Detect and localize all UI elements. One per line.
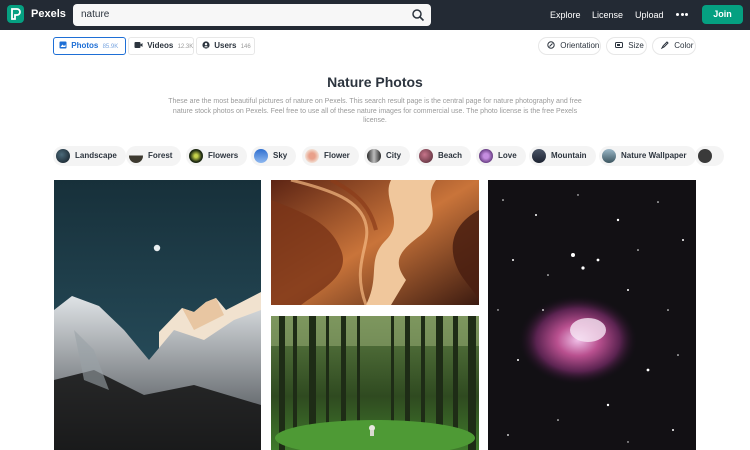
photo-forest[interactable] bbox=[271, 316, 479, 450]
canyon-image bbox=[271, 180, 479, 305]
chip-city[interactable]: City bbox=[364, 146, 411, 166]
pexels-logo-icon[interactable] bbox=[7, 5, 24, 23]
size-filter[interactable]: Size bbox=[606, 37, 647, 55]
tab-photos[interactable]: Photos 85.9K bbox=[53, 37, 126, 55]
search-input[interactable]: nature bbox=[73, 4, 431, 26]
image-icon bbox=[59, 41, 67, 49]
filter-label: Color bbox=[674, 41, 694, 50]
forest-thumbnail bbox=[129, 149, 143, 163]
top-navbar: Pexels nature Explore License Upload Joi… bbox=[0, 0, 750, 30]
chip-label: Landscape bbox=[75, 151, 117, 160]
nature-wallpaper-thumbnail bbox=[602, 149, 616, 163]
tab-count: 146 bbox=[240, 44, 251, 50]
more-icon[interactable] bbox=[676, 13, 688, 17]
join-button[interactable]: Join bbox=[702, 5, 743, 24]
color-filter[interactable]: Color bbox=[652, 37, 696, 55]
chip-label: Mountain bbox=[551, 151, 587, 160]
chip-nature-wallpaper[interactable]: Nature Wallpaper bbox=[599, 146, 696, 166]
chip-label: Flowers bbox=[208, 151, 239, 160]
landscape-thumbnail bbox=[56, 149, 70, 163]
chip-love[interactable]: Love bbox=[476, 146, 526, 166]
chip-mountain[interactable]: Mountain bbox=[529, 146, 596, 166]
orientation-filter[interactable]: Orientation bbox=[538, 37, 601, 55]
forest-image bbox=[271, 316, 479, 450]
chip-label: Flower bbox=[324, 151, 350, 160]
chip-forest[interactable]: Forest bbox=[126, 146, 182, 166]
size-icon bbox=[615, 42, 623, 48]
chip-beach[interactable]: Beach bbox=[416, 146, 472, 166]
sky-thumbnail bbox=[254, 149, 268, 163]
filter-label: Size bbox=[628, 41, 644, 50]
video-icon bbox=[134, 42, 143, 48]
chip-flowers[interactable]: Flowers bbox=[186, 146, 248, 166]
chip-sky[interactable]: Sky bbox=[251, 146, 297, 166]
love-thumbnail bbox=[479, 149, 493, 163]
chip-label: City bbox=[386, 151, 402, 160]
chip-label: Forest bbox=[148, 151, 173, 160]
tab-label: Videos bbox=[147, 41, 174, 50]
related-searches: Landscape Forest Flowers Sky Flower City… bbox=[53, 146, 750, 166]
photo-canyon[interactable] bbox=[271, 180, 479, 305]
tab-label: Users bbox=[214, 41, 237, 50]
chip-label: Beach bbox=[438, 151, 463, 160]
orientation-icon bbox=[547, 41, 555, 49]
page-description: These are the most beautiful pictures of… bbox=[168, 98, 582, 124]
beach-thumbnail bbox=[419, 149, 433, 163]
tab-count: 12.3K bbox=[177, 44, 194, 50]
mountain-image bbox=[54, 180, 261, 450]
photo-mountain[interactable] bbox=[54, 180, 261, 450]
chip-flower[interactable]: Flower bbox=[302, 146, 359, 166]
more-thumbnail bbox=[698, 149, 712, 163]
city-thumbnail bbox=[367, 149, 381, 163]
brush-icon bbox=[660, 41, 669, 50]
mountain-thumbnail bbox=[532, 149, 546, 163]
chip-landscape[interactable]: Landscape bbox=[53, 146, 126, 166]
user-icon bbox=[202, 41, 210, 49]
tab-count: 85.9K bbox=[102, 44, 119, 50]
flowers-thumbnail bbox=[189, 149, 203, 163]
chip-label: Love bbox=[498, 151, 517, 160]
search-query[interactable]: nature bbox=[81, 9, 109, 20]
photo-nebula[interactable] bbox=[488, 180, 696, 450]
flower-thumbnail bbox=[305, 149, 319, 163]
nav-explore[interactable]: Explore bbox=[550, 10, 581, 20]
tab-label: Photos bbox=[71, 41, 99, 50]
nebula-image bbox=[488, 180, 696, 450]
search-icon[interactable] bbox=[411, 8, 425, 22]
filter-label: Orientation bbox=[560, 41, 600, 50]
chip-label: Sky bbox=[273, 151, 288, 160]
tab-videos[interactable]: Videos 12.3K bbox=[128, 37, 194, 55]
chip-label: Nature Wallpaper bbox=[621, 151, 687, 160]
nav-upload[interactable]: Upload bbox=[635, 10, 664, 20]
brand-name[interactable]: Pexels bbox=[31, 8, 66, 20]
chip-more[interactable] bbox=[695, 146, 724, 166]
nav-license[interactable]: License bbox=[592, 10, 623, 20]
tab-users[interactable]: Users 146 bbox=[196, 37, 255, 55]
page-title: Nature Photos bbox=[327, 74, 423, 90]
